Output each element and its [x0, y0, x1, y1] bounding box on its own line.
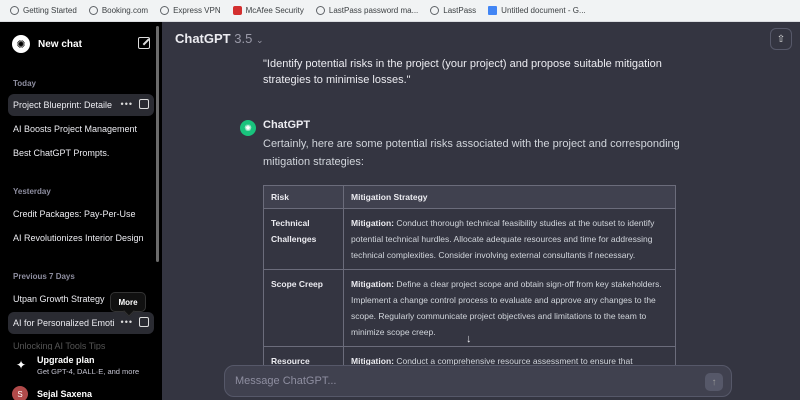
table-header-mitigation: Mitigation Strategy	[343, 185, 676, 209]
docs-icon	[488, 6, 498, 15]
mitigation-cell: Mitigation: Conduct thorough technical f…	[343, 208, 676, 270]
bookmark-lastpass[interactable]: LastPass	[424, 0, 482, 22]
upgrade-title: Upgrade plan	[37, 354, 95, 365]
risk-cell: Scope Creep	[263, 269, 344, 347]
new-chat-button[interactable]: ✺ New chat	[8, 30, 154, 58]
chat-item-label: Project Blueprint: Detaile	[13, 100, 113, 110]
chat-item-label: Best ChatGPT Prompts.	[13, 148, 110, 158]
message-composer: ↑	[224, 365, 732, 397]
scroll-down-icon[interactable]: ↓	[466, 333, 472, 345]
sidebar: ✺ New chat Today Project Blueprint: Deta…	[0, 22, 162, 400]
globe-icon	[160, 6, 170, 15]
chevron-down-icon: ⌄	[255, 35, 264, 45]
chat-item-best-prompts[interactable]: Best ChatGPT Prompts.	[8, 142, 154, 164]
bookmark-getting-started[interactable]: Getting Started	[4, 0, 83, 22]
assistant-name: ChatGPT	[263, 119, 311, 131]
risk-cell: Technical Challenges	[263, 208, 344, 270]
table-header-row: Risk Mitigation Strategy	[263, 185, 676, 209]
chat-item-actions: •••	[121, 317, 149, 327]
chat-item-project-blueprint[interactable]: Project Blueprint: Detaile •••	[8, 94, 154, 116]
bookmark-mcafee[interactable]: McAfee Security	[227, 0, 310, 22]
mitigation-cell: Mitigation: Conduct a comprehensive reso…	[343, 346, 676, 365]
section-label-previous-7-days: Previous 7 Days	[13, 272, 75, 281]
assistant-intro: Certainly, here are some potential risks…	[263, 138, 680, 168]
model-name: ChatGPT	[175, 31, 231, 46]
chat-item-ai-personalized[interactable]: AI for Personalized Emoti •••	[8, 312, 154, 334]
bookmark-untitled-document[interactable]: Untitled document - G...	[482, 0, 591, 22]
globe-icon	[10, 6, 19, 15]
archive-icon[interactable]	[139, 317, 149, 327]
chat-item-label: AI Boosts Project Management	[13, 124, 138, 134]
main-chat-area: ChatGPT 3.5 ⌄ ⇧ "Identify potential risk…	[162, 22, 800, 400]
section-label-yesterday: Yesterday	[13, 187, 51, 196]
arrow-up-icon: ↑	[711, 376, 717, 388]
edit-icon[interactable]	[138, 37, 150, 49]
model-selector[interactable]: ChatGPT 3.5 ⌄	[175, 31, 264, 46]
chat-item-label: Credit Packages: Pay-Per-Use	[13, 209, 136, 219]
user-message: "Identify potential risks in the project…	[263, 58, 662, 86]
more-options-icon[interactable]: •••	[121, 317, 133, 327]
sidebar-scrollbar[interactable]	[156, 26, 159, 262]
chat-item-ai-boosts[interactable]: AI Boosts Project Management	[8, 118, 154, 140]
mitigation-cell: Mitigation: Define a clear project scope…	[343, 269, 676, 347]
table-row: Resource Mitigation: Conduct a comprehen…	[263, 346, 676, 365]
new-chat-label: New chat	[38, 38, 82, 50]
bookmark-booking[interactable]: Booking.com	[83, 0, 154, 22]
bookmark-express-vpn[interactable]: Express VPN	[154, 0, 227, 22]
chatgpt-avatar-icon: ✺	[240, 120, 256, 136]
model-version: 3.5	[234, 31, 253, 46]
table-row: Technical Challenges Mitigation: Conduct…	[263, 208, 676, 270]
user-menu[interactable]: S Sejal Saxena	[12, 386, 92, 400]
bookmarks-bar: Getting Started Booking.com Express VPN …	[0, 0, 800, 22]
globe-icon	[88, 6, 98, 15]
sparkle-icon: ✦	[15, 358, 27, 372]
upgrade-subtitle: Get GPT-4, DALL·E, and more	[37, 366, 140, 376]
globe-icon	[430, 6, 440, 15]
table-header-risk: Risk	[263, 185, 344, 209]
section-label-today: Today	[13, 79, 36, 88]
chat-item-actions: •••	[121, 99, 149, 109]
message-input[interactable]	[235, 375, 675, 387]
mcafee-icon	[232, 6, 242, 15]
globe-icon	[315, 6, 325, 15]
chat-item-ai-interior[interactable]: AI Revolutionizes Interior Design	[8, 227, 154, 249]
upgrade-plan-button[interactable]: ✦ Upgrade plan Get GPT-4, DALL·E, and mo…	[8, 350, 154, 380]
archive-icon[interactable]	[139, 99, 149, 109]
share-button[interactable]: ⇧	[770, 28, 792, 50]
app-window: Getting Started Booking.com Express VPN …	[0, 0, 800, 400]
bookmark-lastpass-password[interactable]: LastPass password ma...	[310, 0, 424, 22]
send-button[interactable]: ↑	[705, 373, 723, 391]
openai-logo-icon: ✺	[12, 35, 30, 53]
risk-cell: Resource	[263, 346, 344, 365]
user-name: Sejal Saxena	[37, 389, 93, 399]
share-icon: ⇧	[776, 33, 786, 45]
chat-item-credit-packages[interactable]: Credit Packages: Pay-Per-Use	[8, 203, 154, 225]
avatar: S	[12, 386, 28, 400]
chat-item-label: AI Revolutionizes Interior Design	[13, 233, 144, 243]
chat-item-label: AI for Personalized Emoti	[13, 318, 115, 328]
more-tooltip: More	[110, 292, 146, 312]
more-options-icon[interactable]: •••	[121, 99, 133, 109]
